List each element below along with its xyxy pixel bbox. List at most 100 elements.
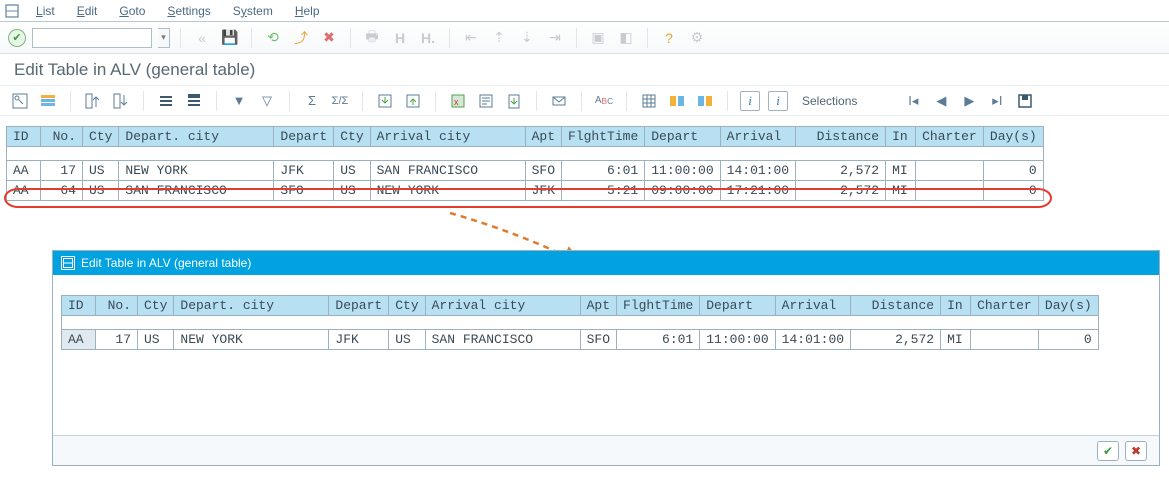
cell-depart-city: NEW YORK (119, 161, 274, 181)
pcol-depart[interactable]: Depart (329, 296, 389, 316)
table-row[interactable]: AA 17 US NEW YORK JFK US SAN FRANCISCO S… (7, 161, 1044, 181)
sum-icon[interactable]: Σ (302, 91, 322, 111)
emphasize-row-icon[interactable] (156, 91, 176, 111)
pcol-no[interactable]: No. (96, 296, 138, 316)
shortcut-icon[interactable]: ◧ (615, 27, 637, 49)
pcol-id[interactable]: ID (62, 296, 96, 316)
pcol-cty1[interactable]: Cty (138, 296, 174, 316)
prev-page-icon[interactable]: ⇡ (488, 27, 510, 49)
col-no[interactable]: No. (41, 127, 83, 147)
sort-desc-icon[interactable] (111, 91, 131, 111)
cell-depart-t: 09:00:00 (645, 181, 720, 201)
back-arrow-icon[interactable]: ⟲ (262, 27, 284, 49)
layout-icon[interactable] (38, 91, 58, 111)
col-apt[interactable]: Apt (525, 127, 561, 147)
col-cty1[interactable]: Cty (83, 127, 119, 147)
grid-icon[interactable] (639, 91, 659, 111)
menu-edit[interactable]: Edit (67, 2, 108, 20)
popup-row[interactable]: AA 17 US NEW YORK JFK US SAN FRANCISCO S… (62, 330, 1099, 350)
menu-system[interactable]: System (223, 2, 283, 20)
pcell-no: 17 (96, 330, 138, 350)
pcell-in: MI (941, 330, 971, 350)
nav-last-icon[interactable]: ▸I (987, 91, 1007, 111)
save-layout-icon[interactable] (695, 91, 715, 111)
customize-icon[interactable]: ⚙ (686, 27, 708, 49)
pcol-arrival-city[interactable]: Arrival city (425, 296, 580, 316)
nav-next-icon[interactable]: ▶ (959, 91, 979, 111)
col-id[interactable]: ID (7, 127, 41, 147)
excel-icon[interactable]: x (448, 91, 468, 111)
pcol-distance[interactable]: Distance (851, 296, 941, 316)
save-data-icon[interactable] (1015, 91, 1035, 111)
nav-first-icon[interactable]: I◂ (903, 91, 923, 111)
okcode-input[interactable] (32, 28, 152, 48)
pcol-depart-time[interactable]: Depart (700, 296, 775, 316)
menu-goto[interactable]: Goto (109, 2, 155, 20)
next-page-icon[interactable]: ⇣ (516, 27, 538, 49)
help-icon[interactable]: ? (658, 27, 680, 49)
separator (350, 28, 351, 48)
details-icon[interactable] (10, 91, 30, 111)
col-arrival-city[interactable]: Arrival city (370, 127, 525, 147)
pcell-flighttime: 6:01 (617, 330, 700, 350)
col-in[interactable]: In (886, 127, 916, 147)
popup-header-row: ID No. Cty Depart. city Depart Cty Arriv… (62, 296, 1099, 316)
col-arrival-time[interactable]: Arrival (720, 127, 795, 147)
menu-help[interactable]: Help (285, 2, 330, 20)
nav-prev-icon[interactable]: ◀ (931, 91, 951, 111)
back-icon[interactable]: « (191, 27, 213, 49)
pcol-arrival-time[interactable]: Arrival (775, 296, 850, 316)
popup-ok-button[interactable]: ✔ (1097, 441, 1119, 461)
mail-icon[interactable] (549, 91, 569, 111)
enter-button[interactable]: ✔ (8, 29, 26, 47)
import-icon[interactable] (375, 91, 395, 111)
col-cty2[interactable]: Cty (334, 127, 370, 147)
subtotal-icon[interactable]: Σ/Σ (330, 91, 350, 111)
filter-delete-icon[interactable]: ▽ (257, 91, 277, 111)
pcol-depart-city[interactable]: Depart. city (174, 296, 329, 316)
popup-titlebar[interactable]: Edit Table in ALV (general table) (53, 251, 1159, 275)
abc-icon[interactable]: ABC (594, 91, 614, 111)
popup-sap-icon (61, 256, 75, 270)
local-file-icon[interactable] (504, 91, 524, 111)
save-icon[interactable]: 💾 (219, 27, 241, 49)
last-page-icon[interactable]: ⇥ (544, 27, 566, 49)
change-layout-icon[interactable] (667, 91, 687, 111)
menu-settings[interactable]: Settings (157, 2, 220, 20)
pcol-cty2[interactable]: Cty (389, 296, 425, 316)
info-icon[interactable]: i (740, 91, 760, 111)
emphasize-col-icon[interactable] (184, 91, 204, 111)
find-next-icon[interactable]: H. (417, 27, 439, 49)
menu-list[interactable]: List (26, 2, 65, 20)
pcol-days[interactable]: Day(s) (1038, 296, 1098, 316)
exit-up-icon[interactable]: ⤴ (290, 27, 312, 49)
separator (70, 91, 71, 111)
pcol-apt[interactable]: Apt (580, 296, 616, 316)
print-icon[interactable]: 🖶 (361, 27, 383, 49)
popup-cancel-button[interactable]: ✖ (1125, 441, 1147, 461)
word-icon[interactable] (476, 91, 496, 111)
cancel-icon[interactable]: ✖ (318, 27, 340, 49)
pcol-in[interactable]: In (941, 296, 971, 316)
pcell-arrival-city: SAN FRANCISCO (425, 330, 580, 350)
selections-label[interactable]: Selections (796, 94, 863, 108)
pcol-flighttime[interactable]: FlghtTime (617, 296, 700, 316)
col-charter[interactable]: Charter (916, 127, 984, 147)
find-icon[interactable]: H (389, 27, 411, 49)
export-icon[interactable] (403, 91, 423, 111)
col-depart-city[interactable]: Depart. city (119, 127, 274, 147)
col-depart-time[interactable]: Depart (645, 127, 720, 147)
sort-asc-icon[interactable] (83, 91, 103, 111)
col-days[interactable]: Day(s) (983, 127, 1043, 147)
new-session-icon[interactable]: ▣ (587, 27, 609, 49)
col-distance[interactable]: Distance (796, 127, 886, 147)
pcol-charter[interactable]: Charter (971, 296, 1039, 316)
okcode-dropdown[interactable]: ▾ (158, 28, 170, 48)
col-flighttime[interactable]: FlghtTime (562, 127, 645, 147)
first-page-icon[interactable]: ⇤ (460, 27, 482, 49)
filter-icon[interactable]: ▼ (229, 91, 249, 111)
info2-icon[interactable]: i (768, 91, 788, 111)
table-row[interactable]: AA 64 US SAN FRANCISCO SFO US NEW YORK J… (7, 181, 1044, 201)
col-depart[interactable]: Depart (274, 127, 334, 147)
cell-arrival-city: SAN FRANCISCO (370, 161, 525, 181)
